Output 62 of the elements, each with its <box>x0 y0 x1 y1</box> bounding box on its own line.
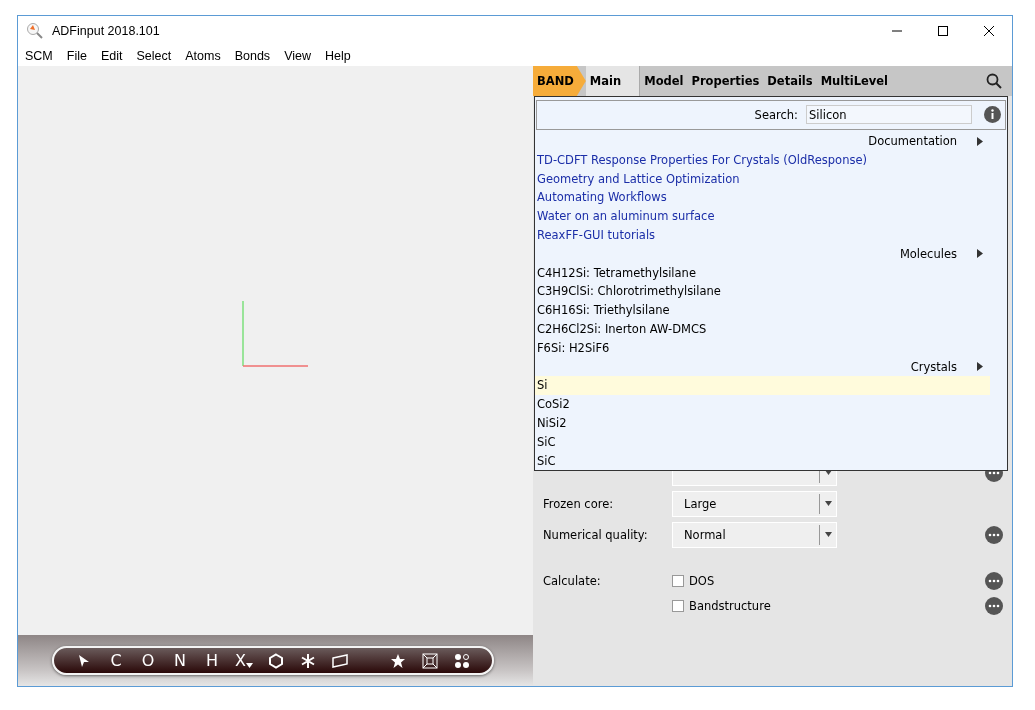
element-tool[interactable]: X <box>228 651 260 670</box>
element-tool[interactable]: C <box>100 651 132 670</box>
tab[interactable]: Properties <box>687 66 764 96</box>
app-icon <box>26 22 44 40</box>
section-heading: Documentation <box>868 134 957 149</box>
menu-item[interactable]: Edit <box>100 49 130 63</box>
element-tool[interactable]: O <box>132 651 164 670</box>
result-link[interactable]: TD-CDFT Response Properties For Crystals (OldResponse) <box>535 150 990 170</box>
result-item[interactable]: C3H9ClSi: Chlorotrimethylsilane <box>535 282 990 301</box>
section-heading: Crystals <box>910 359 957 374</box>
result-link[interactable]: Geometry and Lattice Optimization <box>535 169 990 189</box>
result-item[interactable]: CoSi2 <box>535 394 990 414</box>
window-title: ADFinput 2018.101 <box>52 24 160 38</box>
checkbox-label: Bandstructure <box>689 598 771 613</box>
result-item[interactable]: SiC <box>535 451 990 470</box>
search-field[interactable]: Silicon <box>806 105 972 125</box>
menu-item[interactable]: Help <box>325 49 358 63</box>
menu-item[interactable]: Atoms <box>185 49 228 63</box>
more-options-icon[interactable] <box>985 525 1003 544</box>
section-heading: Molecules <box>899 246 957 261</box>
more-options-icon[interactable] <box>985 596 1003 615</box>
result-link[interactable]: ReaxFF-GUI tutorials <box>535 225 990 245</box>
more-options-icon[interactable] <box>985 571 1003 590</box>
result-item[interactable]: F6Si: H2SiF6 <box>535 338 990 358</box>
element-tool[interactable]: H <box>196 651 228 670</box>
result-item[interactable]: C6H16Si: Triethylsilane <box>535 300 990 320</box>
dropdown[interactable]: Large <box>672 490 837 517</box>
result-link[interactable]: Automating Workflows <box>535 188 990 207</box>
result-item[interactable]: NiSi2 <box>535 413 990 433</box>
field-label: Numerical quality: <box>543 527 649 542</box>
tab[interactable]: Details <box>763 66 817 96</box>
checkbox[interactable] <box>672 599 684 612</box>
tab[interactable]: Model <box>640 66 688 96</box>
checkbox-label: DOS <box>689 573 715 588</box>
tab[interactable]: Main <box>585 66 641 96</box>
tab[interactable]: MultiLevel <box>816 66 893 96</box>
result-item[interactable]: C4H12Si: Tetramethylsilane <box>535 263 990 283</box>
checkbox[interactable] <box>672 574 684 587</box>
caret-icon[interactable] <box>824 501 832 506</box>
field-label: Frozen core: <box>543 496 615 511</box>
menu-item[interactable]: File <box>66 49 94 63</box>
result-item[interactable]: SiC <box>535 432 990 452</box>
close-icon[interactable] <box>984 26 994 36</box>
search-label: Search: <box>754 107 798 122</box>
expand-arrow-icon[interactable] <box>977 136 983 146</box>
info-icon[interactable] <box>984 106 1001 124</box>
maximize-icon[interactable] <box>938 26 948 36</box>
result-link[interactable]: Water on an aluminum surface <box>535 206 990 226</box>
expand-arrow-icon[interactable] <box>977 249 983 259</box>
element-tool[interactable]: N <box>164 651 196 670</box>
menu-item[interactable]: SCM <box>25 49 60 63</box>
caret-icon[interactable] <box>246 663 253 668</box>
field-label: Calculate: <box>543 573 602 588</box>
result-item[interactable]: C2H6Cl2Si: Inerton AW-DMCS <box>535 319 990 339</box>
module-tab[interactable]: BAND <box>533 66 586 96</box>
menu-item[interactable]: Select <box>136 49 179 63</box>
menu-item[interactable]: View <box>284 49 318 63</box>
dropdown[interactable]: Normal <box>672 521 837 548</box>
result-item[interactable]: Si <box>535 376 990 395</box>
expand-arrow-icon[interactable] <box>977 362 983 372</box>
caret-icon[interactable] <box>824 532 832 537</box>
menu-item[interactable]: Bonds <box>234 49 278 63</box>
